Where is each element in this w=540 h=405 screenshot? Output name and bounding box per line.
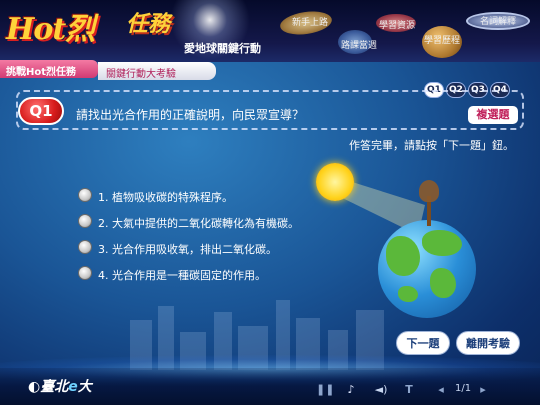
brand-logo: ◐臺北e大 [28, 379, 92, 395]
volume-icon[interactable]: ◄) [374, 383, 388, 397]
tree-icon [419, 180, 439, 202]
prev-page-icon[interactable]: ◂ [434, 383, 448, 397]
app-window: Hot烈 任務 愛地球關鍵行動 新手上路 路課當週 學習資源 學習歷程 名詞解釋… [0, 0, 540, 405]
next-question-button[interactable]: 下一題 [396, 331, 450, 355]
answer-option-text[interactable]: 4. 光合作用是一種碳固定的作用。 [98, 267, 266, 283]
music-note-icon[interactable]: ♪ [344, 383, 358, 397]
checkbox-icon[interactable] [78, 266, 92, 280]
question-text: 請找出光合作用的正確說明，向民眾宣導？ [76, 108, 305, 122]
page-indicator: 1/1 [455, 383, 472, 394]
earth-globe-icon [378, 220, 476, 318]
text-size-icon[interactable]: T [402, 383, 416, 397]
answer-option-text[interactable]: 1. 植物吸收碳的特殊程序。 [98, 189, 233, 205]
nav-item-glossary[interactable]: 名詞解釋 [480, 14, 516, 27]
question-type-badge: 複選題 [468, 106, 518, 124]
pause-icon[interactable]: ❚❚ [316, 383, 334, 397]
next-page-icon[interactable]: ▸ [476, 383, 490, 397]
logo-hot: Hot烈 [6, 12, 95, 47]
tab-challenge[interactable]: 挑戰Hot烈任務 [0, 60, 98, 78]
sun-icon [316, 163, 354, 201]
nav-item-learning-resources[interactable]: 學習資源 [379, 18, 415, 31]
tab-exam[interactable]: 關鍵行動大考驗 [98, 62, 216, 80]
answer-option-2[interactable]: 2. 大氣中提供的二氧化碳轉化為有機碳。 [78, 213, 318, 231]
answer-option-text[interactable]: 2. 大氣中提供的二氧化碳轉化為有機碳。 [98, 215, 299, 231]
checkbox-icon[interactable] [78, 188, 92, 202]
checkbox-icon[interactable] [78, 214, 92, 228]
logo-mission: 任務 [126, 12, 171, 37]
question-number-badge: Q1 [18, 97, 64, 125]
checkbox-icon[interactable] [78, 240, 92, 254]
top-banner: Hot烈 任務 愛地球關鍵行動 新手上路 路課當週 學習資源 學習歷程 名詞解釋 [0, 0, 540, 62]
logo-subtitle: 愛地球關鍵行動 [184, 42, 261, 55]
leave-exam-button[interactable]: 離開考驗 [456, 331, 520, 355]
answer-option-4[interactable]: 4. 光合作用是一種碳固定的作用。 [78, 265, 298, 283]
nav-item-getting-started[interactable]: 新手上路 [292, 15, 328, 28]
nav-item-weekly-course[interactable]: 路課當週 [341, 38, 377, 51]
answer-option-1[interactable]: 1. 植物吸收碳的特殊程序。 [78, 187, 278, 205]
answer-option-text[interactable]: 3. 光合作用吸收氧，排出二氧化碳。 [98, 241, 277, 257]
nav-item-learning-history[interactable]: 學習歷程 [424, 33, 460, 46]
answer-option-3[interactable]: 3. 光合作用吸收氧，排出二氧化碳。 [78, 239, 298, 257]
